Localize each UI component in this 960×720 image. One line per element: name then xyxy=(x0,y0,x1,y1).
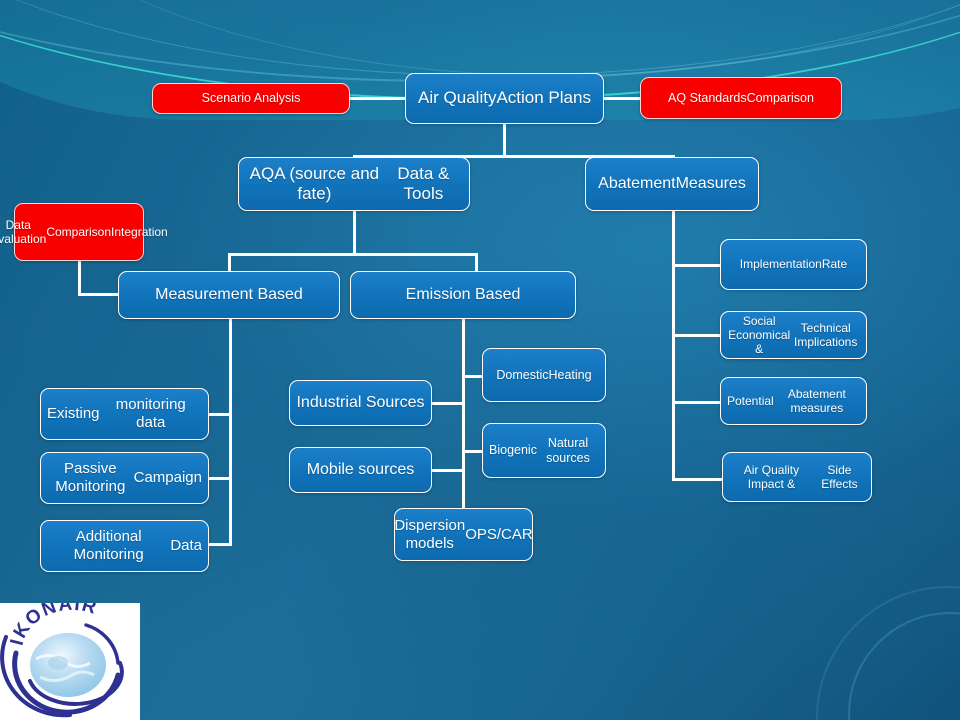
node-air-quality-impact[interactable]: Air Quality Impact & Side Effects xyxy=(722,452,872,502)
label-line: Natural sources xyxy=(546,435,590,465)
label-line: Side Effects xyxy=(821,462,858,491)
label-line: Implementation xyxy=(739,257,822,272)
connector-scenario-to-plans xyxy=(350,97,406,100)
connector-branch-industrial xyxy=(432,402,464,405)
node-biogenic-natural-sources[interactable]: Biogenic Natural sources xyxy=(482,423,606,478)
label-line: Comparison xyxy=(46,224,112,239)
ikonair-logo: IKONAIR xyxy=(0,603,140,720)
label-line: Dispersion models xyxy=(394,516,466,552)
connector-branch-impact xyxy=(672,478,722,481)
node-additional-monitoring-data[interactable]: Additional Monitoring Data xyxy=(40,520,209,572)
connector-bus-to-measurement xyxy=(228,253,231,271)
connector-bus-to-emission xyxy=(475,253,478,271)
node-abatement-measures[interactable]: Abatement Measures xyxy=(585,157,759,211)
decorative-arc-pale xyxy=(0,0,960,82)
label-line: Data Evaluation xyxy=(0,217,47,246)
node-implementation-rate[interactable]: Implementation Rate xyxy=(720,239,867,290)
label-line: AQA (source and fate) xyxy=(249,163,380,203)
label-line: Domestic xyxy=(496,367,549,382)
label-line: monitoring data xyxy=(115,396,186,431)
connector-branch-biogenic xyxy=(462,450,482,453)
connector-plans-to-standards xyxy=(604,97,640,100)
node-air-quality-action-plans[interactable]: Air Quality Action Plans xyxy=(405,73,604,124)
label-line: Data & Tools xyxy=(397,163,450,203)
node-passive-monitoring-campaign[interactable]: Passive Monitoring Campaign xyxy=(40,452,209,504)
connector-row3-bus xyxy=(228,253,478,256)
connector-dataeval-down xyxy=(78,261,81,295)
label-line: Rate xyxy=(821,257,848,272)
connector-branch-passive xyxy=(208,477,232,480)
label-line: Social Economical & xyxy=(728,313,791,357)
node-potential-abatement-measures[interactable]: Potential Abatement measures xyxy=(720,377,867,425)
label-line: AQ Standards xyxy=(668,90,747,105)
slide-canvas: Scenario Analysis Air Quality Action Plan… xyxy=(0,0,960,720)
connector-branch-mobile xyxy=(432,469,464,472)
connector-branch-domestic xyxy=(462,375,482,378)
node-industrial-sources[interactable]: Industrial Sources xyxy=(289,380,432,426)
label-line: Integration xyxy=(111,224,168,239)
connector-branch-potential xyxy=(672,401,720,404)
node-mobile-sources[interactable]: Mobile sources xyxy=(289,447,432,493)
label-line: Biogenic xyxy=(489,443,537,458)
connector-dataeval-to-measurement xyxy=(78,293,118,296)
node-social-economical[interactable]: Social Economical & Technical Implication… xyxy=(720,311,867,359)
decorative-arc-faint xyxy=(0,0,960,76)
label-line: Existing xyxy=(47,405,100,423)
node-data-evaluation[interactable]: Data EvaluationComparisonIntegration xyxy=(0,203,168,261)
node-domestic-heating[interactable]: Domestic Heating xyxy=(482,348,606,402)
label-line: Heating xyxy=(548,367,592,382)
label-line: Air Quality xyxy=(418,88,497,108)
label-line: Abatement xyxy=(598,174,676,192)
label-line: Abatement measures xyxy=(787,386,846,415)
label-line: Technical Implications xyxy=(793,320,858,349)
node-aqa-data-tools[interactable]: AQA (source and fate) Data & Tools xyxy=(238,157,470,211)
label-line: Action Plans xyxy=(496,88,591,108)
connector-emission-down xyxy=(462,319,465,525)
decorative-arc-bottom-right xyxy=(848,612,960,720)
node-measurement-based[interactable]: Measurement Based xyxy=(118,271,340,319)
decorative-arc-thin xyxy=(0,0,960,76)
ikonair-logo-graphic: IKONAIR xyxy=(0,603,124,718)
decorative-arc-bottom-right-outer xyxy=(816,586,960,720)
label-line: Campaign xyxy=(133,469,202,487)
connector-branch-social xyxy=(672,334,720,337)
label-line: Data xyxy=(170,537,202,555)
label-line: OPS/CAR xyxy=(465,525,533,543)
node-existing-monitoring-data[interactable]: Existing monitoring data xyxy=(40,388,209,440)
node-scenario-analysis[interactable]: Scenario Analysis xyxy=(152,83,350,114)
label-line: Comparison xyxy=(746,90,814,105)
connector-branch-implementation xyxy=(672,264,720,267)
node-emission-based[interactable]: Emission Based xyxy=(350,271,576,319)
label-line: Passive Monitoring xyxy=(55,460,126,495)
connector-plans-down xyxy=(503,123,506,157)
label-line: Air Quality Impact & xyxy=(743,462,800,491)
connector-branch-additional xyxy=(208,543,232,546)
connector-aqa-down xyxy=(353,211,356,255)
label-line: Measures xyxy=(675,174,746,192)
label-line: Additional Monitoring xyxy=(73,528,144,563)
connector-branch-existing xyxy=(208,413,232,416)
label-line: Potential xyxy=(727,393,774,408)
logo-globe-landmass xyxy=(48,656,68,670)
node-dispersion-models[interactable]: Dispersion models OPS/CAR xyxy=(394,508,533,561)
node-aq-standards-comparison[interactable]: AQ Standards Comparison xyxy=(640,77,842,119)
connector-measurement-down xyxy=(229,319,232,545)
connector-abatement-down xyxy=(672,211,675,481)
